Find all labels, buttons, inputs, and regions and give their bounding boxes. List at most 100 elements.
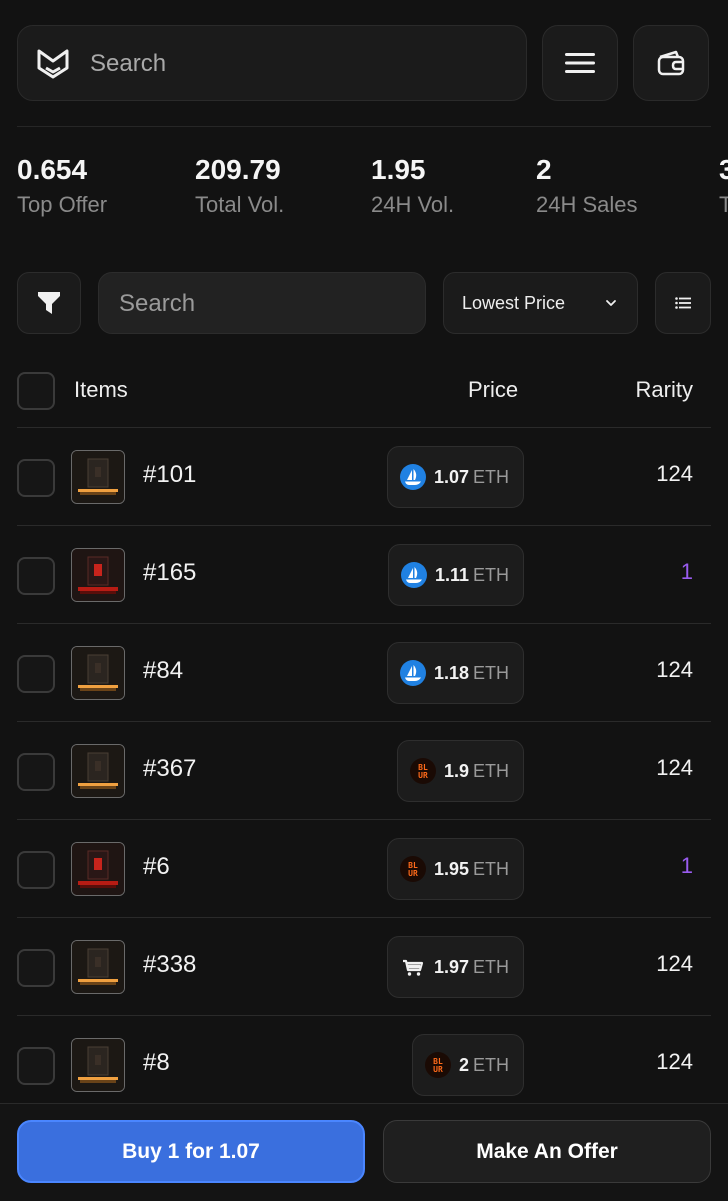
hamburger-menu-icon — [565, 53, 595, 73]
menu-button[interactable] — [542, 25, 618, 101]
price-currency: ETH — [473, 858, 510, 879]
table-row[interactable]: #101 1.07 ETH 124 — [0, 427, 728, 525]
items-search-box[interactable] — [98, 272, 426, 334]
row-checkbox[interactable] — [17, 459, 55, 497]
wallet-button[interactable] — [633, 25, 709, 101]
item-name: #8 — [143, 1049, 170, 1076]
blur-icon: BL UR — [410, 758, 436, 784]
row-checkbox[interactable] — [17, 655, 55, 693]
price-value: 1.9 — [444, 760, 470, 781]
stat-label: 24H Vol. — [371, 192, 455, 217]
item-thumbnail — [71, 842, 125, 896]
column-header-price: Price — [468, 377, 519, 402]
svg-text:UR: UR — [408, 869, 418, 878]
brand-logo-icon — [37, 49, 69, 79]
price-pill[interactable]: BL UR 1.9 ETH — [397, 740, 525, 802]
stat-label: 24H Sales — [536, 192, 638, 217]
rarity-value: 124 — [656, 461, 693, 486]
rarity-value: 1 — [680, 853, 693, 878]
table-row[interactable]: #367 BL UR 1.9 ETH 124 — [0, 721, 728, 819]
list-view-icon — [675, 297, 691, 309]
global-search-input[interactable] — [88, 44, 512, 84]
item-name: #165 — [143, 559, 197, 586]
opensea-icon — [400, 464, 426, 490]
price-currency: ETH — [473, 1054, 510, 1075]
price-pill[interactable]: BL UR 2 ETH — [412, 1034, 525, 1096]
sort-dropdown[interactable]: Lowest Price — [443, 272, 638, 334]
item-thumbnail — [71, 940, 125, 994]
wallet-icon — [657, 50, 685, 76]
stat-label: T — [719, 192, 728, 217]
stat-value: 209.79 — [195, 154, 281, 185]
table-row[interactable]: #338 1.97 ETH 124 — [0, 917, 728, 1015]
select-all-checkbox[interactable] — [17, 372, 55, 410]
price-pill[interactable]: 1.18 ETH — [387, 642, 525, 704]
filter-funnel-icon — [38, 292, 60, 314]
rarity-value: 124 — [656, 657, 693, 682]
sort-selected-label: Lowest Price — [462, 293, 566, 313]
price-pill[interactable]: BL UR 1.95 ETH — [387, 838, 525, 900]
row-checkbox[interactable] — [17, 557, 55, 595]
item-thumbnail — [71, 450, 125, 504]
stat-label: Top Offer — [17, 192, 108, 217]
blur-icon: BL UR — [400, 856, 426, 882]
make-offer-button[interactable]: Make An Offer — [383, 1120, 711, 1183]
cart-icon — [400, 954, 426, 980]
stat-value: 2 — [536, 154, 552, 185]
rarity-value: 124 — [656, 755, 693, 780]
filter-button[interactable] — [17, 272, 81, 334]
price-pill[interactable]: 1.97 ETH — [387, 936, 525, 998]
collection-stats: 0.654 Top Offer 209.79 Total Vol. 1.95 2… — [17, 150, 728, 230]
price-currency: ETH — [473, 760, 510, 781]
table-row[interactable]: #165 1.11 ETH 1 — [0, 525, 728, 623]
price-value: 2 — [459, 1054, 470, 1075]
table-row[interactable]: #6 BL UR 1.95 ETH 1 — [0, 819, 728, 917]
price-value: 1.07 — [434, 466, 470, 487]
stat-value: 1.95 — [371, 154, 426, 185]
price-pill[interactable]: 1.11 ETH — [388, 544, 525, 606]
item-thumbnail — [71, 548, 125, 602]
svg-text:UR: UR — [418, 771, 428, 780]
blur-icon: BL UR — [425, 1052, 451, 1078]
price-value: 1.95 — [434, 858, 470, 879]
rarity-value: 1 — [680, 559, 693, 584]
header-divider — [17, 126, 711, 127]
row-checkbox[interactable] — [17, 949, 55, 987]
price-currency: ETH — [473, 956, 510, 977]
item-thumbnail — [71, 1038, 125, 1092]
rarity-value: 124 — [656, 951, 693, 976]
column-header-rarity: Rarity — [635, 377, 693, 402]
chevron-down-icon — [606, 300, 616, 306]
row-checkbox[interactable] — [17, 753, 55, 791]
stat-24h-volume: 1.95 24H Vol. — [371, 150, 454, 220]
item-name: #338 — [143, 951, 197, 978]
list-controls: Lowest Price — [0, 272, 728, 336]
global-search-box[interactable] — [17, 25, 527, 101]
row-checkbox[interactable] — [17, 1047, 55, 1085]
item-name: #6 — [143, 853, 170, 880]
stat-top-offer: 0.654 Top Offer — [17, 150, 107, 220]
item-name: #84 — [143, 657, 184, 684]
price-currency: ETH — [473, 466, 510, 487]
table-row[interactable]: #84 1.18 ETH 124 — [0, 623, 728, 721]
price-currency: ETH — [473, 564, 510, 585]
table-header: Items Price Rarity — [0, 365, 728, 427]
row-checkbox[interactable] — [17, 851, 55, 889]
stat-label: Total Vol. — [195, 192, 285, 217]
list-view-button[interactable] — [655, 272, 711, 334]
stat-value: 3 — [719, 154, 728, 185]
stat-24h-sales: 2 24H Sales — [536, 150, 638, 220]
buy-button[interactable]: Buy 1 for 1.07 — [17, 1120, 365, 1183]
column-header-items: Items — [74, 377, 128, 402]
items-search-input[interactable] — [117, 285, 411, 323]
table-row[interactable]: #8 BL UR 2 ETH 124 — [0, 1015, 728, 1113]
stat-truncated: 3 T — [719, 150, 728, 220]
price-value: 1.11 — [435, 564, 470, 585]
item-thumbnail — [71, 646, 125, 700]
item-thumbnail — [71, 744, 125, 798]
svg-text:UR: UR — [433, 1065, 443, 1074]
action-footer: Buy 1 for 1.07 Make An Offer — [0, 1103, 728, 1201]
item-name: #367 — [143, 755, 197, 782]
opensea-icon — [400, 660, 426, 686]
price-pill[interactable]: 1.07 ETH — [387, 446, 525, 508]
